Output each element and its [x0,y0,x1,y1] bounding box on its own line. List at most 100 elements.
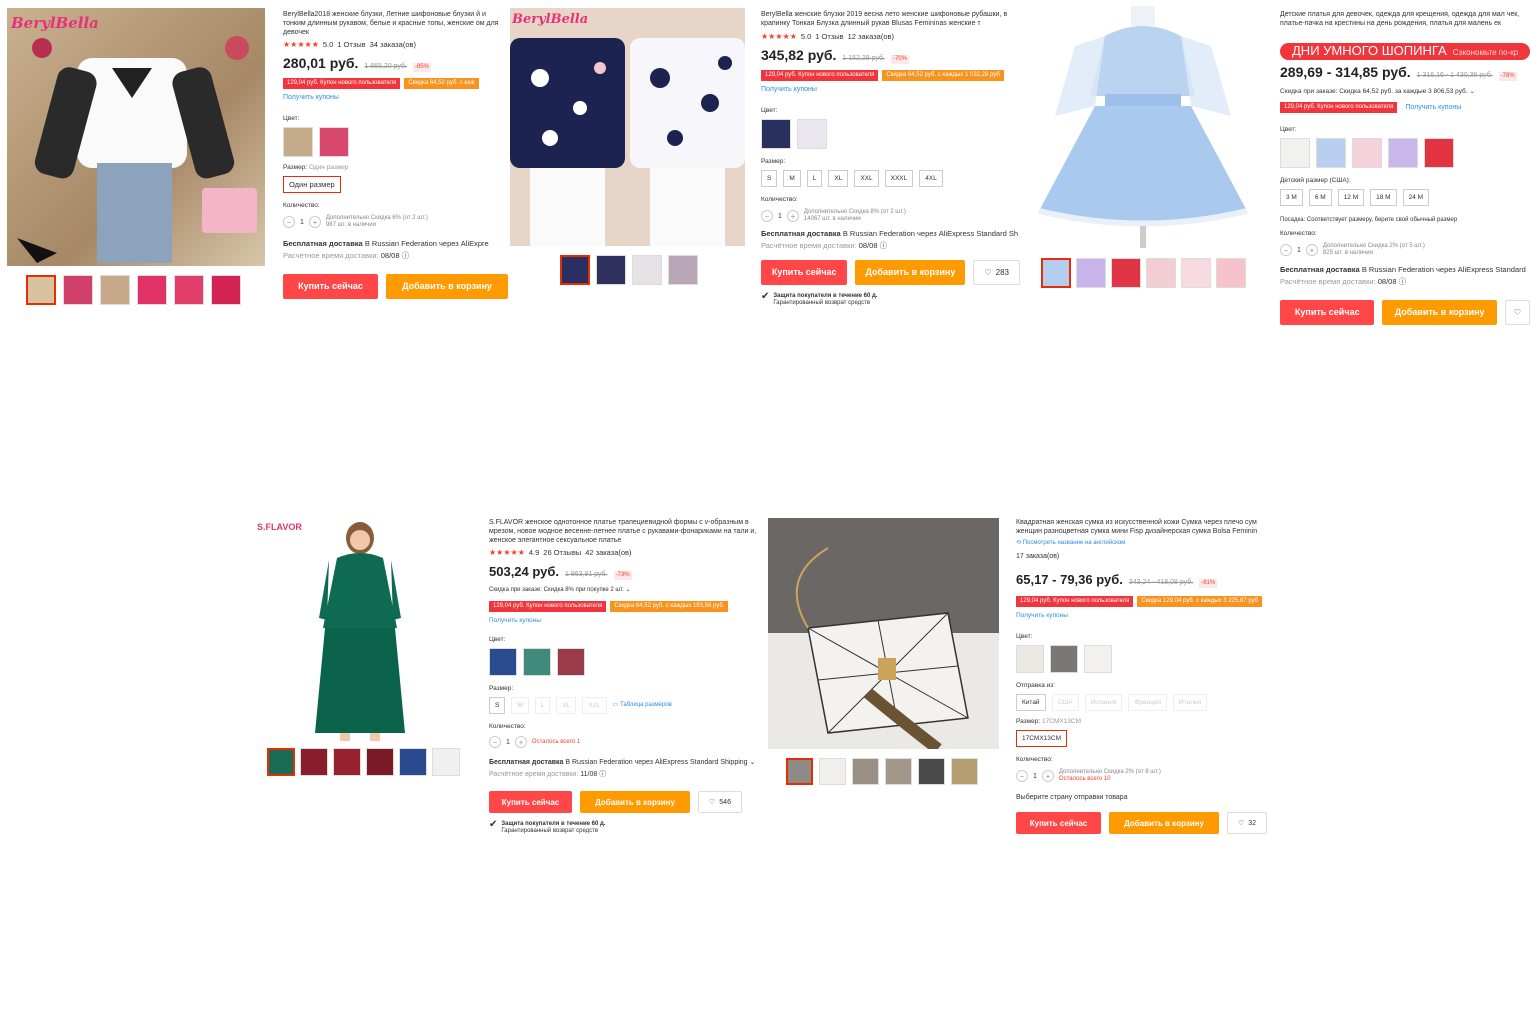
minus-icon[interactable]: − [761,210,773,222]
info-icon[interactable]: ⓘ [402,251,410,260]
product-title[interactable]: Детские платья для девочек, одежда для к… [1280,10,1530,37]
plus-icon[interactable]: + [514,736,527,748]
product-photo-4[interactable]: S.FLAVOR [255,518,465,743]
new-user-coupon[interactable]: 129,04 руб. Купон нового пользователя [1280,102,1398,113]
thumbnail[interactable] [300,748,328,776]
size-option[interactable]: L [806,170,823,187]
product-photo-5[interactable] [768,518,999,749]
quantity-value[interactable]: 1 [506,738,510,747]
buy-now-button[interactable]: Купить сейчас [1280,300,1375,325]
color-swatch[interactable] [1316,138,1346,168]
store-coupon[interactable]: Скидка 129,04 руб. с каждых 3 225,87 руб [1137,596,1263,607]
buy-now-button[interactable]: Купить сейчас [489,791,572,813]
color-swatch[interactable] [1352,138,1382,168]
new-user-coupon[interactable]: 129,04 руб. Купон нового пользователя [761,70,879,81]
color-swatch[interactable] [489,648,517,676]
color-swatch[interactable] [1084,645,1112,673]
reviews-link[interactable]: 26 Отзывы [543,548,581,557]
ship-from-option[interactable]: Китай [1016,694,1046,711]
thumbnail[interactable] [100,275,130,305]
order-discount[interactable]: Скидка при заказе: Скидка 64,52 руб. за … [1280,87,1530,96]
reviews-link[interactable]: 1 Отзыв [337,40,365,49]
thumbnail[interactable] [885,758,912,785]
add-to-cart-button[interactable]: Добавить в корзину [580,791,690,813]
thumbnail[interactable] [632,255,662,285]
thumbnail[interactable] [852,758,879,785]
size-option[interactable]: 17CMX13CM [1016,730,1068,747]
color-swatch[interactable] [1050,645,1078,673]
thumbnail[interactable] [1216,258,1246,288]
product-photo-2[interactable]: BerylBella [510,8,745,246]
size-option[interactable]: 12 M [1337,189,1365,206]
size-option[interactable]: XXXL [884,170,914,187]
product-title[interactable]: S.FLAVOR женское однотонное платье трапе… [489,518,761,545]
size-table-link[interactable]: ▭ Таблица размеров [613,701,672,710]
plus-icon[interactable]: + [1305,244,1318,256]
thumbnail[interactable] [267,748,295,776]
size-option[interactable]: M [783,170,801,187]
info-icon[interactable]: ⓘ [1399,277,1407,286]
thumbnail[interactable] [786,758,813,785]
minus-icon[interactable]: − [489,736,501,748]
product-photo-1[interactable]: BerylBella [7,8,265,266]
product-title[interactable]: BerylBella женские блузки 2019 весна лет… [761,10,1020,29]
new-user-coupon[interactable]: 129,04 руб. Купон нового пользователя [1016,596,1134,607]
size-option[interactable]: 18 M [1370,189,1397,206]
size-option[interactable]: S [761,170,778,187]
minus-icon[interactable]: − [283,216,295,228]
color-swatch[interactable] [557,648,585,676]
thumbnail[interactable] [819,758,846,785]
quantity-value[interactable]: 1 [300,218,304,227]
get-coupons-link[interactable]: Получить купоны [761,85,1020,94]
thumbnail[interactable] [137,275,167,305]
buy-now-button[interactable]: Купить сейчас [761,260,848,285]
thumbnail[interactable] [1146,258,1176,288]
size-option[interactable]: 24 M [1402,189,1430,206]
product-photo-3[interactable] [1035,6,1250,251]
color-swatch[interactable] [1388,138,1418,168]
quantity-value[interactable]: 1 [778,212,782,221]
add-to-cart-button[interactable]: Добавить в корзину [386,274,508,299]
store-coupon[interactable]: Скидка 64,52 руб. с каж [404,78,479,89]
buy-now-button[interactable]: Купить сейчас [1016,812,1101,834]
size-option[interactable]: XL [828,170,849,187]
thumbnail[interactable] [366,748,394,776]
order-discount[interactable]: Скидка при заказе: Скидка 8% при покупке… [489,586,761,595]
size-option[interactable]: S [489,697,506,714]
reviews-link[interactable]: 1 Отзыв [815,32,843,41]
store-coupon[interactable]: Скидка 64,52 руб. с каждых 1 032,28 руб [882,70,1004,81]
get-coupons-link[interactable]: Получить купоны [489,616,761,625]
plus-icon[interactable]: + [308,216,321,228]
thumbnail[interactable] [918,758,945,785]
add-to-cart-button[interactable]: Добавить в корзину [855,260,966,285]
store-coupon[interactable]: Скидка 64,52 руб. с каждых 193,56 руб. [610,601,729,612]
plus-icon[interactable]: + [786,210,799,222]
buy-now-button[interactable]: Купить сейчас [283,274,378,299]
product-title[interactable]: Квадратная женская сумка из искусственно… [1016,518,1276,537]
new-user-coupon[interactable]: 129,04 руб. Купон нового пользователя [489,601,607,612]
thumbnail[interactable] [1041,258,1071,288]
wishlist-button[interactable]: ♡ 283 [973,260,1020,285]
size-option[interactable]: Один размер [283,176,341,193]
thumbnail[interactable] [174,275,204,305]
thumbnail[interactable] [63,275,93,305]
size-option[interactable]: 4XL [919,170,943,187]
thumbnail[interactable] [668,255,698,285]
thumbnail[interactable] [26,275,56,305]
minus-icon[interactable]: − [1016,770,1028,782]
get-coupons-link[interactable]: Получить купоны [1405,103,1461,112]
thumbnail[interactable] [560,255,590,285]
quantity-value[interactable]: 1 [1297,246,1301,255]
thumbnail[interactable] [211,275,241,305]
plus-icon[interactable]: + [1041,770,1054,782]
quantity-value[interactable]: 1 [1033,772,1037,781]
thumbnail[interactable] [596,255,626,285]
add-to-cart-button[interactable]: Добавить в корзину [1109,812,1219,834]
color-swatch[interactable] [319,127,349,157]
add-to-cart-button[interactable]: Добавить в корзину [1382,300,1497,325]
get-coupons-link[interactable]: Получить купоны [283,93,510,102]
size-option[interactable]: 3 M [1280,189,1303,206]
size-option[interactable]: XXL [854,170,879,187]
color-swatch[interactable] [283,127,313,157]
info-icon[interactable]: ⓘ [599,771,606,778]
